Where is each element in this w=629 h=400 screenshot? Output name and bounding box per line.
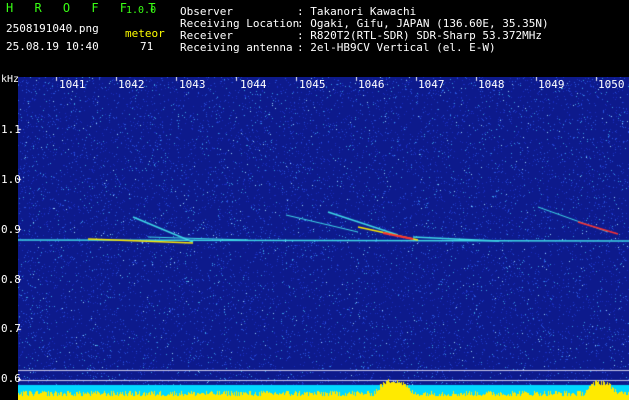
meteor-label: meteor (125, 27, 165, 40)
frequency-label: 1.0 (1, 173, 21, 186)
frequency-label: 0.9 (1, 223, 21, 236)
minute-label: 1043 (179, 78, 206, 91)
spectrogram-canvas (18, 77, 629, 400)
frequency-label: 1.1 (1, 123, 21, 136)
meteor-count: 71 (140, 40, 154, 53)
minute-label: 1045 (299, 78, 326, 91)
minute-label: 1050 (598, 78, 625, 91)
spectrogram (18, 77, 629, 400)
minute-label: 1046 (358, 78, 385, 91)
app-version: 1.0.0 (126, 5, 157, 16)
minute-label: 1041 (59, 78, 86, 91)
minute-label: 1044 (240, 78, 267, 91)
frequency-label: 0.7 (1, 322, 21, 335)
minute-label: 1049 (538, 78, 565, 91)
frequency-label: 0.8 (1, 273, 21, 286)
antenna-label: Receiving antenna (180, 41, 293, 54)
hrofft-window: H R O F F T 1.0.0 2508191040.png meteor … (0, 0, 629, 400)
minute-label: 1048 (478, 78, 505, 91)
filename-label: 2508191040.png (6, 22, 99, 35)
antenna-value: : 2el-HB9CV Vertical (el. E-W) (297, 41, 496, 54)
frequency-label: 0.6 (1, 372, 21, 385)
minute-label: 1047 (418, 78, 445, 91)
datetime-label: 25.08.19 10:40 (6, 40, 99, 53)
minute-axis: 1041 1042 1043 1044 1045 1046 1047 1048 … (0, 78, 629, 92)
minute-label: 1042 (118, 78, 145, 91)
